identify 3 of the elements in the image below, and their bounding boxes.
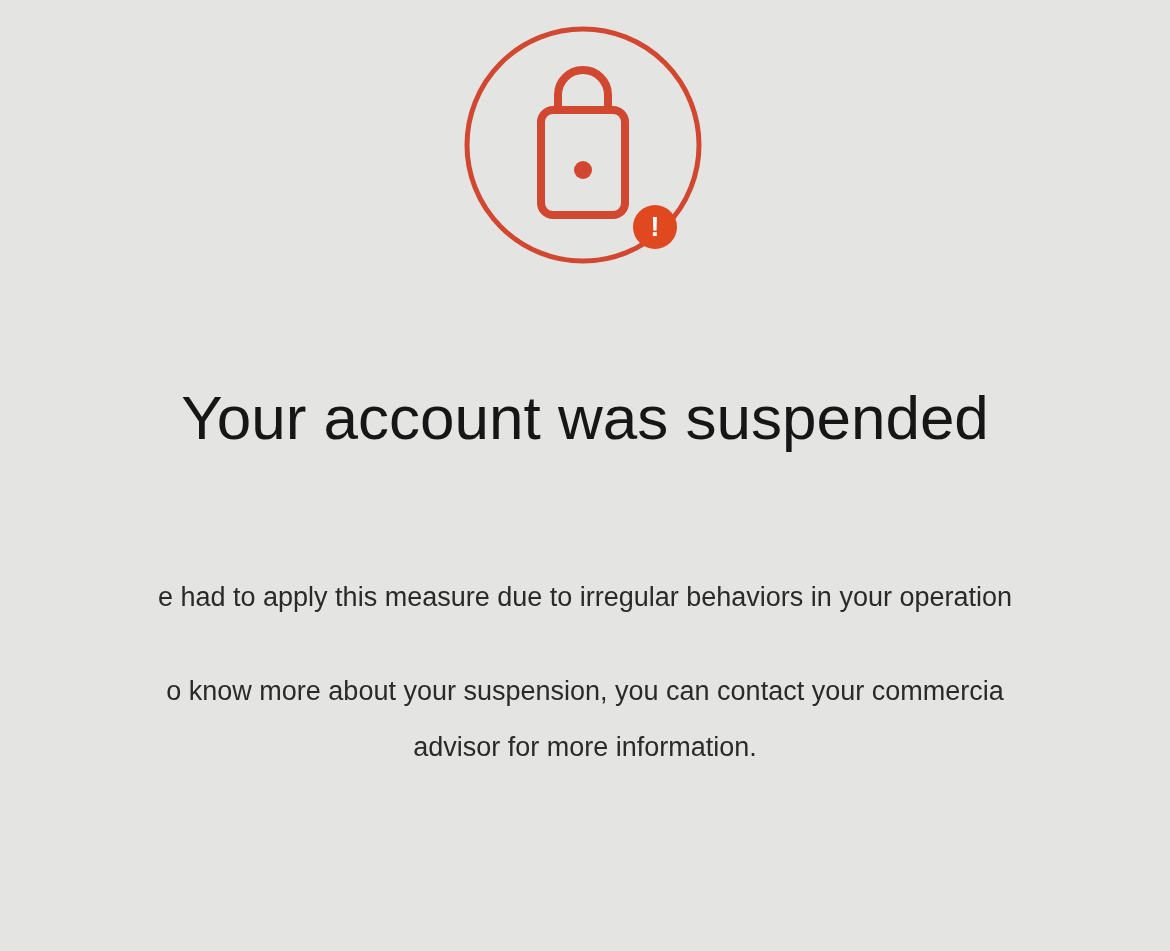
alert-badge: !	[633, 205, 677, 249]
message-paragraph: o know more about your suspension, you can contact your commercia advisor for more information.	[166, 675, 1004, 764]
message-paragraph: e had to apply this measure due to irregular behaviors in your operation	[158, 581, 1012, 614]
